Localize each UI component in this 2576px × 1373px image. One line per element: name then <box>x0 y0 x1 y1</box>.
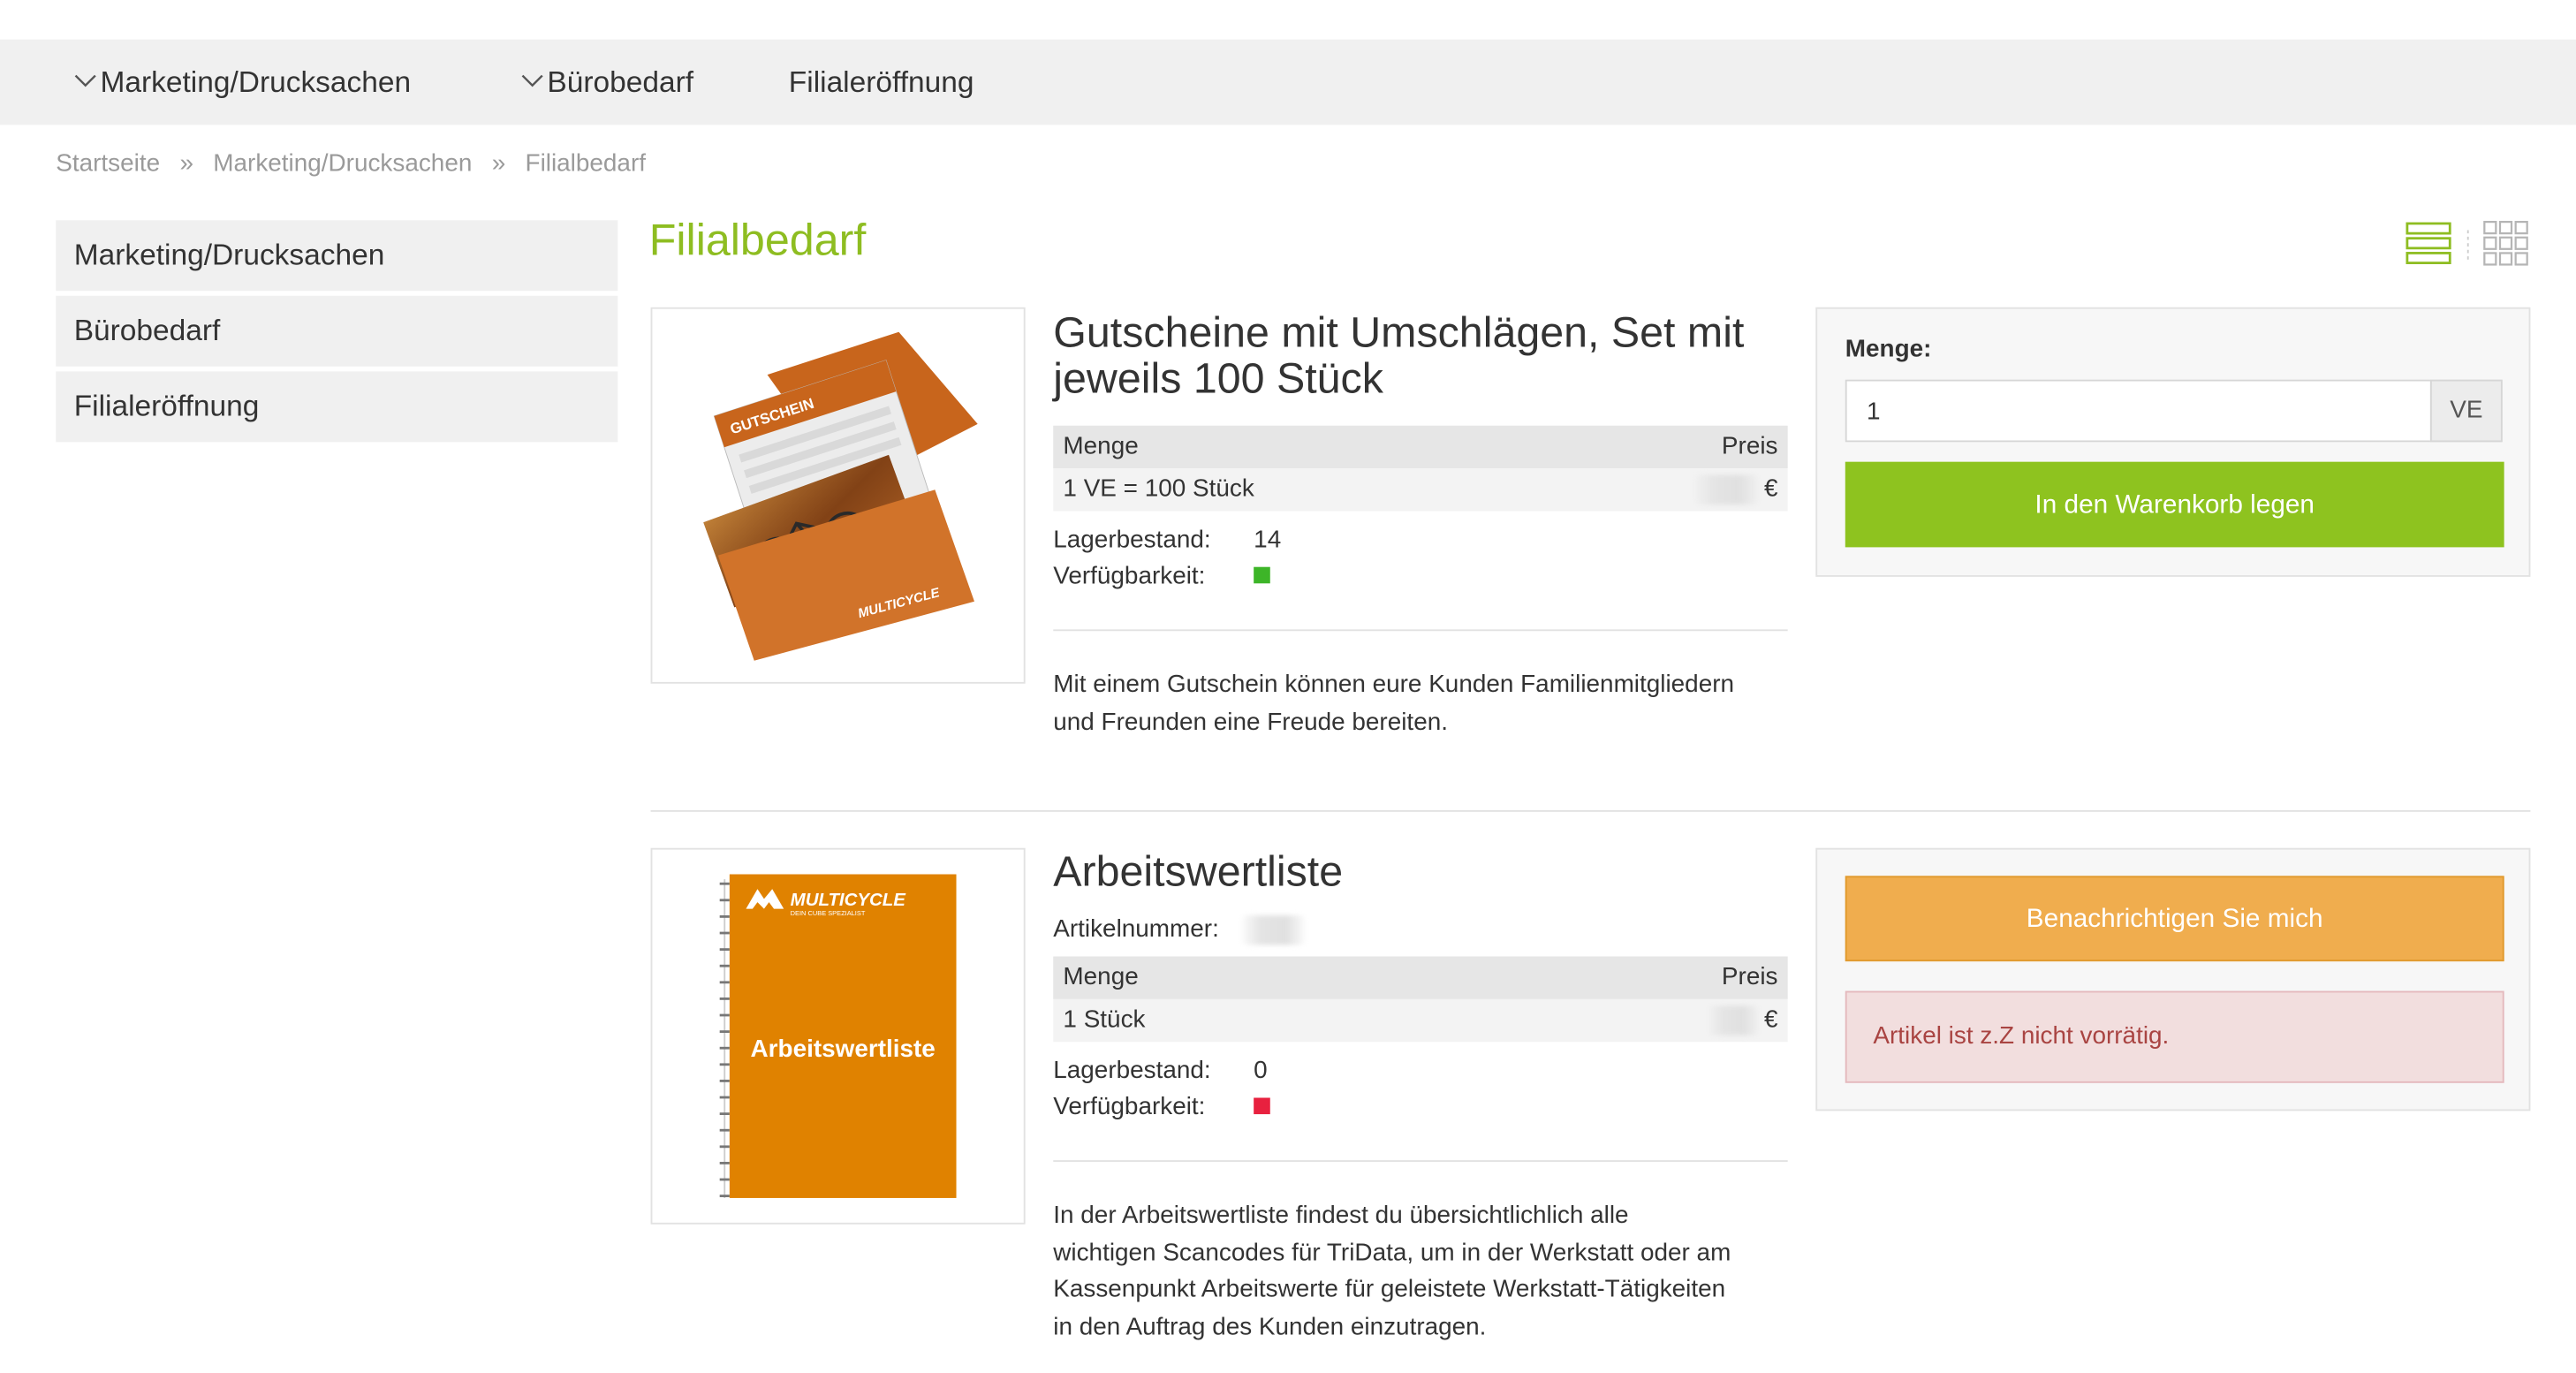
price-table-header: Menge Preis <box>1053 425 1788 469</box>
notify-me-button[interactable]: Benachrichtigen Sie mich <box>1845 876 2504 962</box>
product-title[interactable]: Arbeitswertliste <box>1053 848 1792 894</box>
product-image-gutscheine[interactable]: GUTSCHEIN MULTICYCLE <box>650 307 1026 684</box>
list-view-icon[interactable] <box>2406 220 2451 266</box>
description-line: Kassenpunkt Arbeitswerte für geleistete … <box>1053 1275 1726 1303</box>
column-header-price: Preis <box>1721 432 1778 460</box>
price-table-header: Menge Preis <box>1053 956 1788 999</box>
cover-title-text: Arbeitswertliste <box>751 1035 936 1062</box>
breadcrumb-home[interactable]: Startseite <box>56 149 160 178</box>
column-header-quantity: Menge <box>1063 962 1139 991</box>
view-toggle-divider <box>2466 230 2469 260</box>
breadcrumb-separator: » <box>179 149 193 178</box>
product-title[interactable]: Gutscheine mit Umschlägen, Set mit jewei… <box>1053 309 1792 401</box>
nav-item-label: Marketing/Drucksachen <box>100 65 412 99</box>
description-line: In der Arbeitswertliste findest du übers… <box>1053 1201 1629 1230</box>
product-title-line: Gutscheine mit Umschlägen, Set mit <box>1053 307 1745 357</box>
product-title-line: jeweils 100 Stück <box>1053 353 1383 403</box>
stock-row: Lagerbestand: 0 <box>1053 1053 1267 1089</box>
article-number-row: Artikelnummer: <box>1053 912 1311 948</box>
price-row-quantity: 1 Stück <box>1063 1005 1146 1034</box>
chevron-down-icon <box>521 75 543 87</box>
product-separator <box>650 809 2531 812</box>
top-navigation: Marketing/Drucksachen Bürobedarf Filiale… <box>0 39 2576 125</box>
column-header-quantity: Menge <box>1063 432 1139 460</box>
quantity-label: Menge: <box>1845 335 1932 364</box>
notebook-cover-illustration: MULTICYCLE DEIN CUBE SPEZIALIST Arbeitsw… <box>719 874 957 1198</box>
description-line: in den Auftrag des Kunden einzutragen. <box>1053 1312 1487 1340</box>
price-table-row: 1 Stück € <box>1053 998 1788 1043</box>
stock-row: Lagerbestand: 14 <box>1053 522 1281 558</box>
quantity-input[interactable] <box>1845 379 2432 443</box>
quantity-unit: VE <box>2429 379 2503 443</box>
page-title: Filialbedarf <box>648 215 867 265</box>
stock-label: Lagerbestand: <box>1053 526 1211 554</box>
buy-box: Menge: VE In den Warenkorb legen <box>1815 307 2531 577</box>
divider <box>1053 629 1788 632</box>
breadcrumb-current[interactable]: Filialbedarf <box>526 149 646 178</box>
price-row-price: € <box>1708 999 1778 1042</box>
description-line: und Freunden eine Freude bereiten. <box>1053 707 1448 736</box>
sidebar-item-marketing[interactable]: Marketing/Drucksachen <box>56 220 618 292</box>
sidebar-item-filialeroeffnung[interactable]: Filialeröffnung <box>56 371 618 443</box>
chevron-down-icon <box>74 75 96 87</box>
stock-label: Lagerbestand: <box>1053 1056 1211 1085</box>
nav-item-label: Filialeröffnung <box>788 65 974 99</box>
availability-label: Verfügbarkeit: <box>1053 562 1206 590</box>
price-row-price: € <box>1694 468 1778 511</box>
stock-value: 14 <box>1254 526 1282 554</box>
price-table-row: 1 VE = 100 Stück € <box>1053 468 1788 512</box>
voucher-envelope-illustration: GUTSCHEIN MULTICYCLE <box>703 331 978 661</box>
out-of-stock-alert: Artikel ist z.Z nicht vorrätig. <box>1845 990 2504 1083</box>
currency-symbol: € <box>1764 474 1778 504</box>
description-line: wichtigen Scancodes für TriData, um in d… <box>1053 1238 1731 1267</box>
product-description: Mit einem Gutschein können eure Kunden F… <box>1053 667 1792 741</box>
column-header-price: Preis <box>1721 962 1778 991</box>
availability-label: Verfügbarkeit: <box>1053 1092 1206 1121</box>
stock-value: 0 <box>1254 1056 1268 1085</box>
nav-item-filialeroeffnung[interactable]: Filialeröffnung <box>789 40 974 125</box>
blurred-price <box>1694 474 1758 505</box>
availability-row: Verfügbarkeit: <box>1053 558 1270 595</box>
price-row-quantity: 1 VE = 100 Stück <box>1063 474 1254 504</box>
breadcrumb-marketing[interactable]: Marketing/Drucksachen <box>213 149 472 178</box>
brand-tagline: DEIN CUBE SPEZIALIST <box>791 909 866 917</box>
description-line: Mit einem Gutschein können eure Kunden F… <box>1053 670 1735 699</box>
availability-indicator-red <box>1254 1097 1270 1115</box>
nav-item-label: Bürobedarf <box>547 65 694 99</box>
sidebar-item-buerobedarf[interactable]: Bürobedarf <box>56 295 618 367</box>
article-number-label: Artikelnummer: <box>1053 915 1219 944</box>
divider <box>1053 1160 1788 1163</box>
breadcrumb-separator: » <box>491 149 506 178</box>
nav-item-marketing[interactable]: Marketing/Drucksachen <box>72 40 411 125</box>
notify-box: Benachrichtigen Sie mich Artikel ist z.Z… <box>1815 847 2531 1111</box>
product-description: In der Arbeitswertliste findest du übers… <box>1053 1198 1792 1346</box>
blurred-price <box>1708 1005 1758 1035</box>
grid-view-icon[interactable] <box>2482 220 2528 266</box>
breadcrumb: Startseite » Marketing/Drucksachen » Filialb… <box>56 147 646 183</box>
nav-item-buerobedarf[interactable]: Bürobedarf <box>519 40 693 125</box>
availability-indicator-green <box>1254 566 1270 584</box>
currency-symbol: € <box>1764 1005 1778 1034</box>
availability-row: Verfügbarkeit: <box>1053 1089 1270 1126</box>
add-to-cart-button[interactable]: In den Warenkorb legen <box>1845 461 2504 548</box>
brand-logo-text: MULTICYCLE <box>791 890 907 910</box>
blurred-article-number <box>1241 915 1305 945</box>
product-image-arbeitswertliste[interactable]: MULTICYCLE DEIN CUBE SPEZIALIST Arbeitsw… <box>650 847 1026 1225</box>
